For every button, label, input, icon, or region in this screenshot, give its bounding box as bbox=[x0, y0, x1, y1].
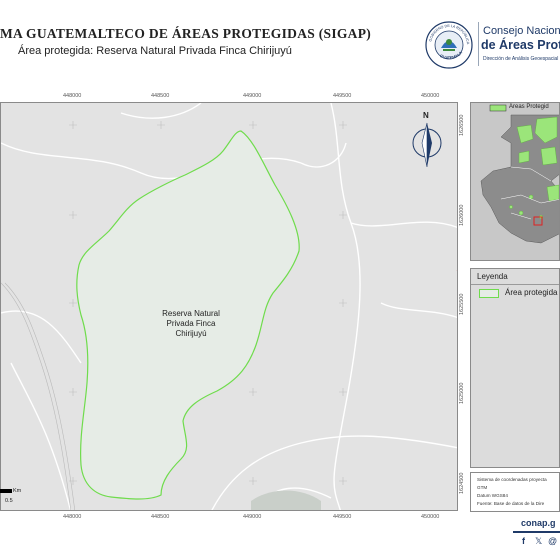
x-tick-top: 450000 bbox=[421, 93, 440, 99]
map-canvas bbox=[1, 103, 457, 510]
y-tick-right: 1626500 bbox=[459, 114, 465, 136]
main-map-frame[interactable]: Reserva Natural Privada Finca Chirijuyú … bbox=[0, 102, 458, 511]
area-label-line: Reserva Natural bbox=[162, 309, 220, 318]
website-link[interactable]: conap.g bbox=[521, 518, 556, 528]
legend-panel: Leyenda Área protegida bbox=[470, 268, 560, 468]
scale-value: 0.5 bbox=[5, 498, 13, 504]
scale-bar: Km 0.5 bbox=[0, 487, 50, 509]
y-tick-right: 1625500 bbox=[459, 293, 465, 315]
brand-name-line2: de Áreas Protegid bbox=[481, 38, 560, 52]
x-tick-top: 449500 bbox=[333, 93, 352, 99]
x-tick-top: 448500 bbox=[151, 93, 170, 99]
legend-swatch bbox=[479, 289, 499, 298]
footer-divider bbox=[513, 531, 560, 533]
map-subtitle: Área protegida: Reserva Natural Privada … bbox=[18, 45, 292, 57]
brand-name-line1: Consejo Nacional bbox=[483, 25, 560, 37]
scale-bar-graphic bbox=[0, 489, 12, 493]
forest-patch bbox=[251, 490, 321, 510]
legend-item-label: Área protegida bbox=[505, 288, 558, 297]
x-tick-bottom: 449000 bbox=[243, 514, 262, 520]
x-tick-bottom: 449500 bbox=[333, 514, 352, 520]
area-label: Reserva Natural Privada Finca Chirijuyú bbox=[141, 309, 241, 339]
locator-canvas bbox=[471, 103, 559, 260]
brand-divider bbox=[478, 22, 479, 66]
x-tick-top: 449000 bbox=[243, 93, 262, 99]
locator-map[interactable]: Áreas Protegid bbox=[470, 102, 560, 261]
x-tick-top: 448000 bbox=[63, 93, 82, 99]
locator-legend-swatch bbox=[489, 104, 507, 112]
map-header: MA GUATEMALTECO DE ÁREAS PROTEGIDAS (SIG… bbox=[0, 0, 560, 82]
brand-tagline: Dirección de Análisis Geoespacial bbox=[483, 56, 559, 62]
at-icon[interactable]: @ bbox=[548, 536, 557, 546]
y-tick-right: 1624500 bbox=[459, 472, 465, 494]
area-label-line: Chirijuyú bbox=[175, 329, 207, 338]
legend-title: Leyenda bbox=[477, 272, 508, 281]
metadata-line: GTM bbox=[477, 485, 488, 490]
metadata-line: Sistema de coordenadas proyecta bbox=[477, 477, 547, 482]
scale-unit: Km bbox=[13, 488, 22, 494]
map-title: MA GUATEMALTECO DE ÁREAS PROTEGIDAS (SIG… bbox=[0, 26, 372, 41]
locator-legend-label: Áreas Protegid bbox=[509, 104, 549, 110]
legend-divider bbox=[471, 284, 559, 285]
social-icons: f 𝕏 @ bbox=[520, 536, 560, 548]
metadata-line: Datum WGS84 bbox=[477, 493, 508, 498]
north-label: N bbox=[423, 111, 429, 120]
x-tick-bottom: 448000 bbox=[63, 514, 82, 520]
locator-pointer-line bbox=[456, 270, 457, 271]
north-arrow: N bbox=[410, 111, 444, 168]
stream-layer bbox=[1, 282, 76, 510]
metadata-box: Sistema de coordenadas proyecta GTM Datu… bbox=[470, 472, 560, 512]
north-arrow-icon bbox=[412, 122, 442, 168]
y-tick-right: 1626000 bbox=[459, 204, 465, 226]
x-tick-bottom: 450000 bbox=[421, 514, 440, 520]
x-tick-bottom: 448500 bbox=[151, 514, 170, 520]
y-tick-right: 1625000 bbox=[459, 382, 465, 404]
x-icon[interactable]: 𝕏 bbox=[535, 536, 542, 547]
area-label-line: Privada Finca bbox=[166, 319, 216, 328]
metadata-line: Fuente: Base de datos de la Dire bbox=[477, 501, 545, 506]
facebook-icon[interactable]: f bbox=[522, 536, 525, 546]
guatemala-seal-icon: GOBIERNO DE LA REPÚBLICA GUATEMALA bbox=[425, 21, 473, 69]
